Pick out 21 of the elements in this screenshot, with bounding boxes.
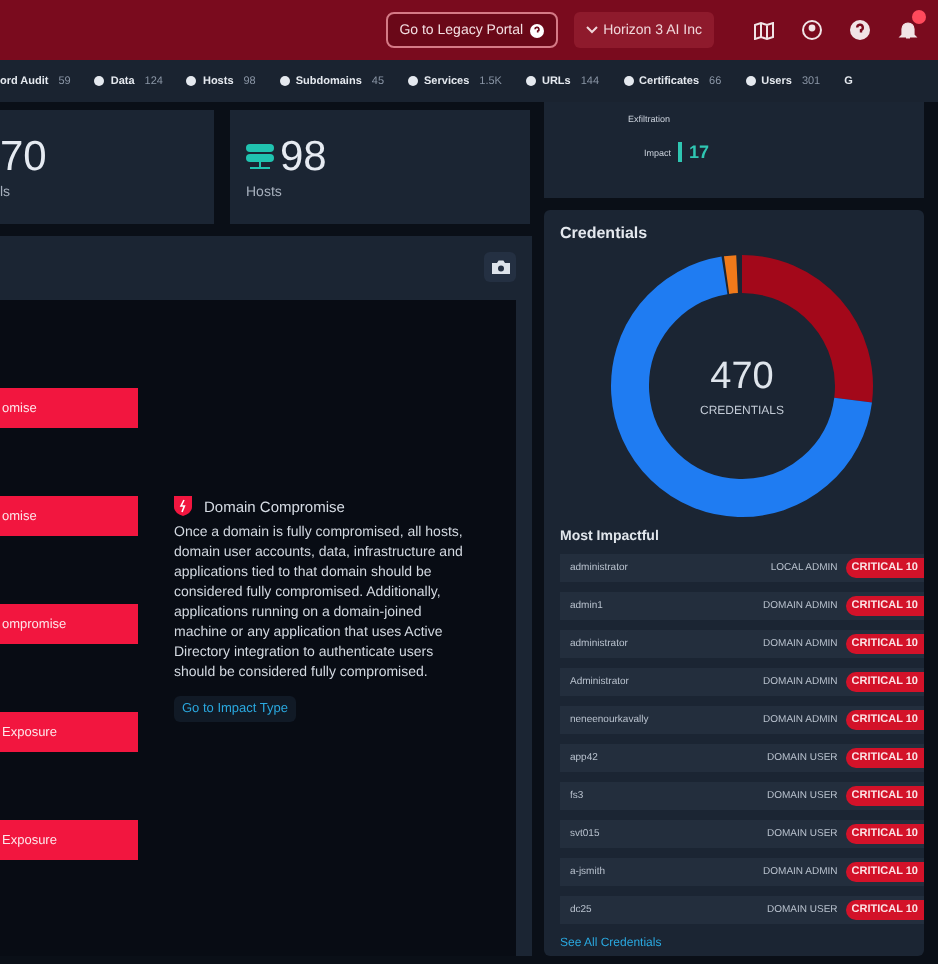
user-icon[interactable] xyxy=(802,20,822,40)
dot-icon xyxy=(408,76,419,86)
dot-icon xyxy=(525,76,536,86)
chevron-down-icon xyxy=(585,26,598,34)
shield-icon xyxy=(174,496,192,516)
map-icon[interactable] xyxy=(754,21,774,39)
camera-button[interactable] xyxy=(484,252,516,282)
bell-icon[interactable] xyxy=(898,20,918,40)
help-icon xyxy=(529,23,544,37)
stat-value: 70 xyxy=(0,135,47,177)
dot-icon xyxy=(186,76,197,86)
stat-value: 98 xyxy=(280,135,327,177)
dot-icon xyxy=(94,76,105,86)
camera-icon xyxy=(491,260,509,274)
impact-value: 17 xyxy=(677,142,710,162)
credentials-total: 470 xyxy=(710,355,774,399)
dot-icon xyxy=(745,76,756,86)
help-icon[interactable] xyxy=(850,20,870,40)
dot-icon xyxy=(623,76,634,86)
dot-icon xyxy=(279,76,290,86)
panel-title: Credentials xyxy=(560,224,648,242)
